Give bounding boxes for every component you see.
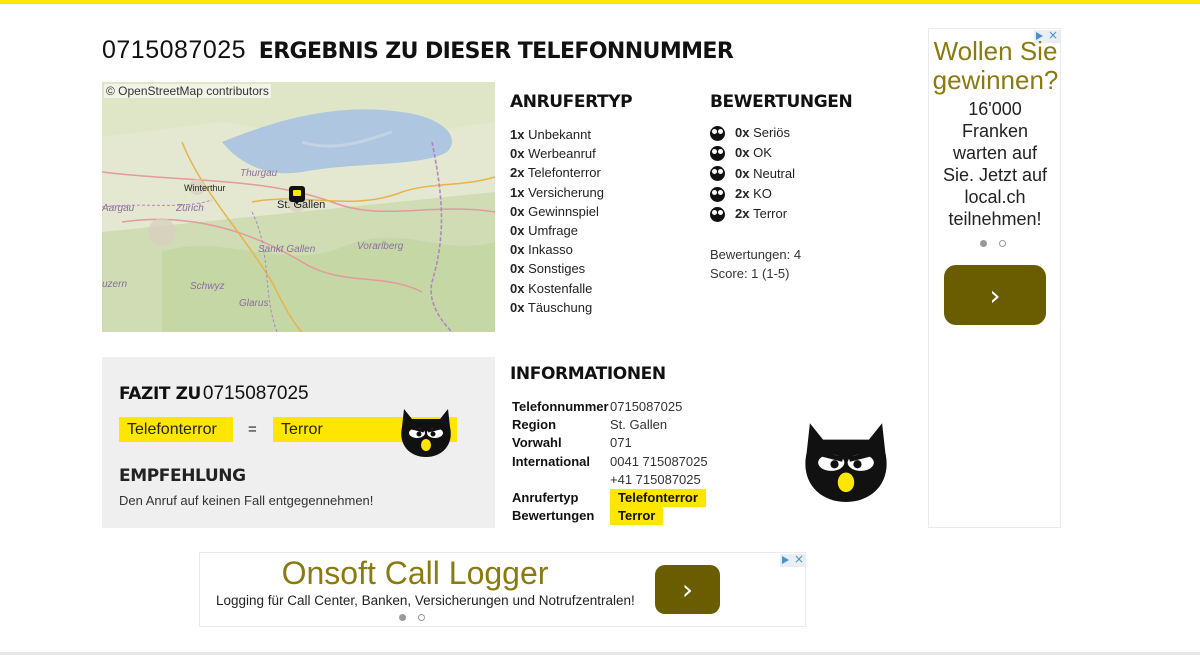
- anrufertyp-item: 0x Inkasso: [510, 242, 573, 258]
- bewertung-item: 0x OK: [710, 143, 795, 163]
- anrufertyp-item: 1x Versicherung: [510, 184, 604, 200]
- ad-right-next-button[interactable]: ›: [944, 265, 1046, 325]
- bewertung-item: 0x Seriös: [710, 123, 795, 143]
- empfehlung-text: Den Anruf auf keinen Fall entgegennehmen…: [119, 493, 374, 508]
- empfehlung-title: EMPFEHLUNG: [119, 466, 246, 486]
- anrufertyp-item: 0x Werbeanruf: [510, 146, 596, 162]
- anrufertyp-item: 2x Telefonterror: [510, 165, 601, 181]
- bewertungen-score: Score: 1 (1-5): [710, 266, 790, 281]
- anrufertyp-item: 0x Kostenfalle: [510, 280, 593, 296]
- pagination-dot[interactable]: [418, 614, 425, 621]
- fazit-title: FAZIT ZU 0715087025: [119, 383, 309, 404]
- map-label-zuerich: Zürich: [176, 203, 204, 214]
- ad-right-pagination[interactable]: [980, 240, 1006, 247]
- ad-right-body: 16'000 Franken warten auf Sie. Jetzt auf…: [942, 99, 1048, 229]
- fazit-equals: =: [248, 421, 257, 438]
- ad-bottom[interactable]: × Onsoft Call Logger Logging für Call Ce…: [199, 552, 806, 627]
- owl-terror-icon: [710, 206, 725, 222]
- bewertung-item: 2x KO: [710, 184, 795, 204]
- pagination-dot[interactable]: [399, 614, 406, 621]
- chevron-right-icon: ›: [681, 573, 694, 606]
- map-label-thurgau: Thurgau: [240, 168, 278, 179]
- map-label-glarus: Glarus: [239, 298, 269, 309]
- top-accent-bar: [0, 0, 1200, 4]
- map-marker-icon[interactable]: [289, 186, 305, 205]
- info-row-telefonnummer: Telefonnummer 0715087025: [512, 399, 683, 414]
- info-row-anrufertyp: Anrufertyp Telefonterror: [512, 489, 708, 508]
- bewertungen-title: BEWERTUNGEN: [710, 92, 853, 112]
- fazit-type-tag: Telefonterror: [119, 417, 233, 442]
- anrufertyp-item: 0x Umfrage: [510, 222, 578, 238]
- info-row-bewertungen: Bewertungen Terror: [512, 507, 708, 526]
- page-title-label: ERGEBNIS ZU DIESER TELEFONNUMMER: [258, 39, 734, 64]
- pagination-dot[interactable]: [999, 240, 1006, 247]
- owl-terror-icon: [401, 409, 451, 457]
- owl-serioes-icon: [710, 125, 725, 141]
- owl-ok-icon: [710, 145, 725, 161]
- adchoices-icon[interactable]: ×: [780, 552, 806, 567]
- page-title: 0715087025 ERGEBNIS ZU DIESER TELEFONNUM…: [102, 34, 734, 68]
- informationen-title: INFORMATIONEN: [510, 364, 666, 384]
- anrufertyp-item: 0x Sonstiges: [510, 261, 586, 277]
- bewertungen-list: 0x Seriös 0x OK 0x Neutral 2x KO 2x Terr…: [710, 123, 795, 224]
- owl-ko-icon: [710, 186, 725, 202]
- chevron-right-icon: ›: [989, 278, 1001, 312]
- info-row-region: Region St. Gallen: [512, 417, 668, 433]
- page-title-number: 0715087025: [102, 36, 247, 64]
- info-row-international: International 0041 715087025 +41 715087025: [512, 453, 708, 487]
- anrufertyp-item: 1x Unbekannt: [510, 127, 591, 142]
- ad-bottom-pagination[interactable]: [399, 614, 425, 621]
- bewertungen-total: Bewertungen: 4: [710, 247, 802, 262]
- bewertungen-stats: Bewertungen: 4 Score: 1 (1-5): [710, 245, 801, 283]
- map-attribution[interactable]: © OpenStreetMap contributors: [104, 84, 271, 98]
- ad-right[interactable]: × Wollen Sie gewinnen? 16'000 Franken wa…: [928, 28, 1061, 528]
- informationen-table: Telefonnummer 0715087025 Region St. Gallen…: [512, 398, 708, 526]
- owl-neutral-icon: [710, 166, 725, 182]
- location-map[interactable]: © OpenStreetMap contributors Thurgau Win…: [102, 82, 495, 332]
- anrufertyp-item: 0x Täuschung: [510, 299, 593, 315]
- bewertung-item: 0x Neutral: [710, 164, 795, 184]
- ad-bottom-headline[interactable]: Onsoft Call Logger: [200, 555, 630, 591]
- anrufertyp-title: ANRUFERTYP: [510, 92, 633, 112]
- ad-bottom-next-button[interactable]: ›: [655, 565, 720, 614]
- ad-bottom-body: Logging für Call Center, Banken, Versich…: [216, 593, 635, 608]
- bewertung-item: 2x Terror: [710, 204, 795, 224]
- map-label-luzern: uzern: [102, 279, 128, 290]
- map-label-schwyz: Schwyz: [190, 281, 225, 292]
- map-label-vorarlberg: Vorarlberg: [357, 241, 404, 252]
- owl-terror-large-icon: [805, 423, 887, 502]
- pagination-dot[interactable]: [980, 240, 987, 247]
- anrufertyp-list: 1x Unbekannt 0x Werbeanruf 2x Telefonter…: [510, 125, 604, 317]
- anrufertyp-item: 0x Gewinnspiel: [510, 203, 599, 219]
- fazit-panel: FAZIT ZU 0715087025 Telefonterror = Terro…: [102, 357, 495, 528]
- map-label-winterthur: Winterthur: [184, 183, 226, 193]
- map-label-aargau: Aargau: [102, 203, 135, 214]
- info-row-vorwahl: Vorwahl 071: [512, 435, 632, 451]
- ad-right-headline[interactable]: Wollen Sie gewinnen?: [929, 37, 1062, 95]
- map-label-sankt-gallen: Sankt Gallen: [258, 244, 316, 255]
